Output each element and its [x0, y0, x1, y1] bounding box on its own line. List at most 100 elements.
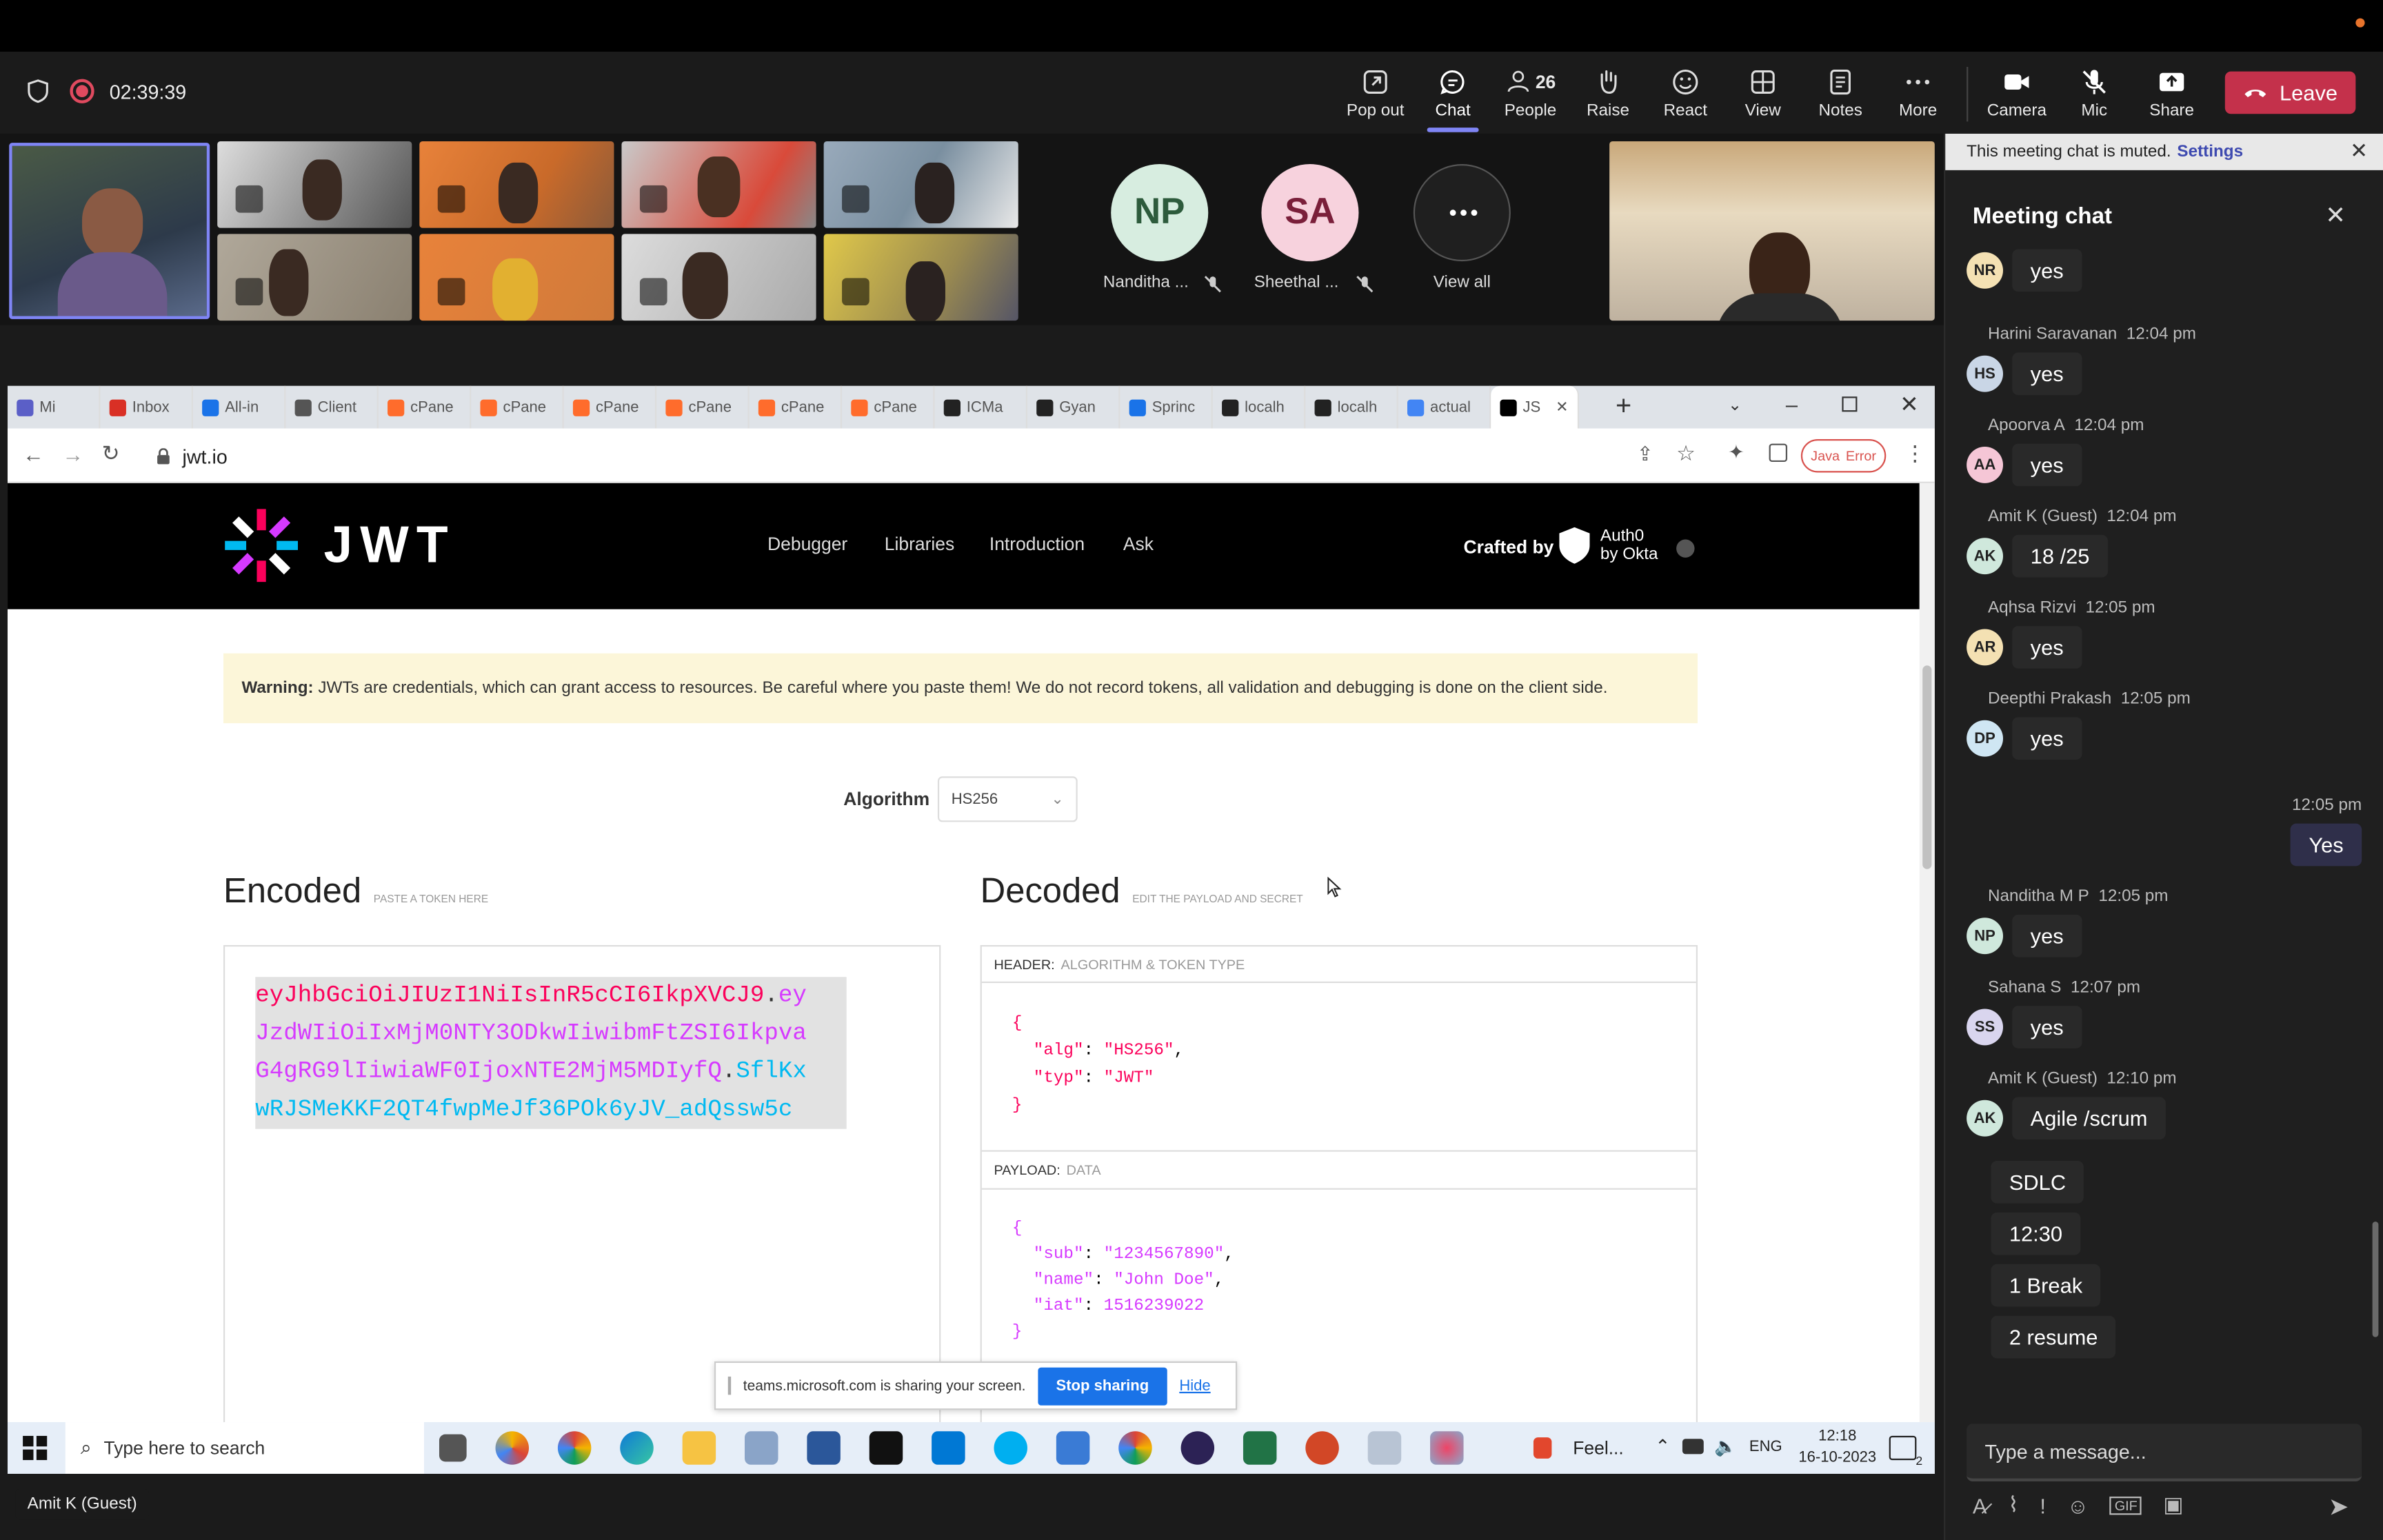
close-chat-icon[interactable]: ✕ — [2325, 201, 2346, 231]
view-all-button[interactable] — [1413, 164, 1511, 262]
chat-message[interactable]: Deepthi Prakash 12:05 pm DP yes — [1967, 690, 2362, 760]
page-scrollbar[interactable] — [1919, 483, 1935, 1423]
video-tile-speaker[interactable] — [9, 143, 210, 319]
react-button[interactable]: React — [1647, 67, 1723, 120]
view-button[interactable]: View — [1725, 67, 1801, 120]
chat-message[interactable]: Harini Saravanan 12:04 pm HS yes — [1967, 325, 2362, 396]
tray-chevron-icon[interactable]: ⌃ — [1655, 1436, 1670, 1457]
leave-button[interactable]: Leave — [2224, 71, 2356, 114]
notes-button[interactable]: Notes — [1802, 67, 1878, 120]
encoded-token[interactable]: eyJhbGciOiJIUzI1NiIsInR5cCI6IkpXVCJ9.ey … — [255, 977, 847, 1129]
weather-label[interactable]: Feel... — [1573, 1437, 1624, 1459]
camera-button[interactable]: Camera — [1979, 67, 2055, 120]
video-tile[interactable] — [621, 141, 816, 228]
java-error-badge[interactable]: Java Error — [1800, 438, 1887, 473]
message-bubble[interactable]: 12:30 — [1991, 1212, 2081, 1255]
chat-message[interactable]: Amit K (Guest) 12:10 pm AK Agile /scrum — [1967, 1070, 2362, 1140]
browser-tab[interactable]: Inbox — [100, 385, 193, 429]
stop-sharing-button[interactable]: Stop sharing — [1038, 1366, 1167, 1405]
reload-icon[interactable]: ↻ — [102, 440, 120, 466]
drag-handle-icon[interactable] — [727, 1376, 732, 1395]
jwt-logo-text[interactable]: JWT — [323, 516, 455, 576]
send-icon[interactable]: ➤ — [2329, 1492, 2349, 1522]
forward-icon[interactable]: → — [62, 442, 83, 466]
chat-message[interactable]: Aqhsa Rizvi 12:05 pm AR yes — [1967, 598, 2362, 669]
notification-icon[interactable]: 2 — [1889, 1435, 1923, 1468]
chat-settings-link[interactable]: Settings — [2177, 143, 2243, 161]
address-bar[interactable]: jwt.io — [144, 437, 1634, 474]
mic-button[interactable]: Mic — [2056, 67, 2132, 120]
new-tab-button[interactable]: + — [1616, 390, 1631, 422]
sticker-icon[interactable]: ▣ — [2163, 1492, 2183, 1517]
taskbar-search[interactable]: ⌕ Type here to search — [65, 1422, 424, 1474]
people-button[interactable]: 26 People — [1492, 67, 1568, 120]
browser-tab[interactable]: All-in — [193, 385, 286, 429]
video-tile[interactable] — [419, 234, 614, 321]
algorithm-select[interactable]: HS256 ⌄ — [937, 776, 1078, 822]
raise-hand-button[interactable]: Raise — [1570, 67, 1646, 120]
extensions-icon[interactable]: ✦ — [1728, 440, 1744, 465]
nav-debugger[interactable]: Debugger — [767, 534, 847, 555]
browser-tab[interactable]: ICMa — [935, 385, 1027, 429]
chat-message[interactable]: NR yes — [1967, 249, 2362, 292]
back-icon[interactable]: ← — [23, 442, 44, 466]
share-page-icon[interactable]: ⇪ — [1637, 442, 1653, 466]
powerpoint-icon[interactable] — [1305, 1431, 1339, 1465]
browser-tab[interactable]: cPane — [842, 385, 935, 429]
video-tile[interactable] — [823, 141, 1018, 228]
close-window-button[interactable]: ✕ — [1900, 390, 1919, 418]
eclipse-icon[interactable] — [1180, 1431, 1215, 1465]
bookmark-star-icon[interactable]: ☆ — [1676, 440, 1696, 466]
file-explorer-icon[interactable] — [682, 1431, 716, 1465]
payload-json[interactable]: { "sub": "1234567890", "name": "John Doe… — [1012, 1217, 1234, 1346]
chat-message[interactable]: Sahana S 12:07 pm SS yes — [1967, 978, 2362, 1048]
battery-icon[interactable] — [1682, 1439, 1704, 1455]
browser-tab[interactable]: JS ✕ — [1491, 385, 1580, 429]
windows-start-icon[interactable] — [23, 1435, 48, 1461]
skype-icon[interactable] — [994, 1431, 1027, 1465]
format-icon[interactable]: A̷ — [1973, 1493, 1987, 1517]
browser-tab[interactable]: cPane — [750, 385, 843, 429]
message-bubble[interactable]: 1 Break — [1991, 1264, 2101, 1307]
browser-tab[interactable]: cPane — [564, 385, 657, 429]
photos-icon[interactable] — [1056, 1431, 1090, 1465]
browser-tab[interactable]: cPane — [379, 385, 472, 429]
chrome-canary-icon[interactable] — [495, 1431, 530, 1465]
minimize-button[interactable]: – — [1786, 392, 1798, 416]
task-view-icon[interactable] — [439, 1434, 467, 1462]
browser-tab[interactable]: localh — [1213, 385, 1306, 429]
app-icon[interactable] — [745, 1431, 778, 1465]
side-panel-icon[interactable] — [1769, 443, 1788, 463]
participant-sa[interactable]: SA — [1261, 164, 1359, 262]
vscode-icon[interactable] — [932, 1431, 965, 1465]
important-icon[interactable]: ! — [2040, 1493, 2046, 1517]
auth0-shield-icon[interactable] — [1558, 526, 1591, 565]
close-tab-icon[interactable]: ✕ — [1556, 399, 1568, 416]
browser-menu-icon[interactable]: ⋮ — [1904, 440, 1926, 466]
chat-message[interactable]: Apoorva A 12:04 pm AA yes — [1967, 416, 2362, 487]
video-tile-pinned[interactable] — [1609, 141, 1935, 321]
video-tile[interactable] — [217, 141, 412, 228]
chat-message-input[interactable]: Type a message... — [1967, 1424, 2362, 1481]
browser-tab[interactable]: cPane — [656, 385, 750, 429]
share-button[interactable]: Share — [2134, 67, 2210, 120]
browser-tab[interactable]: localh — [1305, 385, 1398, 429]
chat-message[interactable]: Nanditha M P 12:05 pm NP yes — [1967, 887, 2362, 958]
volume-icon[interactable]: 🔈 — [1714, 1436, 1737, 1457]
video-tile[interactable] — [217, 234, 412, 321]
own-message[interactable]: 12:05 pm Yes — [2290, 796, 2362, 867]
close-banner-icon[interactable]: ✕ — [2350, 139, 2368, 164]
scrollbar-thumb[interactable] — [1922, 665, 1932, 869]
header-json[interactable]: { "alg": "HS256", "typ": "JWT" } — [1012, 1011, 1184, 1120]
chat-button[interactable]: Chat — [1415, 67, 1491, 132]
nav-ask[interactable]: Ask — [1123, 534, 1154, 555]
browser-tab[interactable]: Client — [285, 385, 379, 429]
jwt-logo-icon[interactable] — [223, 507, 299, 583]
message-bubble[interactable]: 2 resume — [1991, 1315, 2116, 1359]
attach-icon[interactable]: ⌇ — [2008, 1492, 2018, 1517]
hide-share-bar-link[interactable]: Hide — [1179, 1377, 1210, 1394]
video-tile[interactable] — [419, 141, 614, 228]
chat-scrollbar[interactable] — [2372, 1222, 2379, 1337]
gif-icon[interactable]: GIF — [2110, 1495, 2142, 1514]
terminal-icon[interactable] — [869, 1431, 903, 1465]
